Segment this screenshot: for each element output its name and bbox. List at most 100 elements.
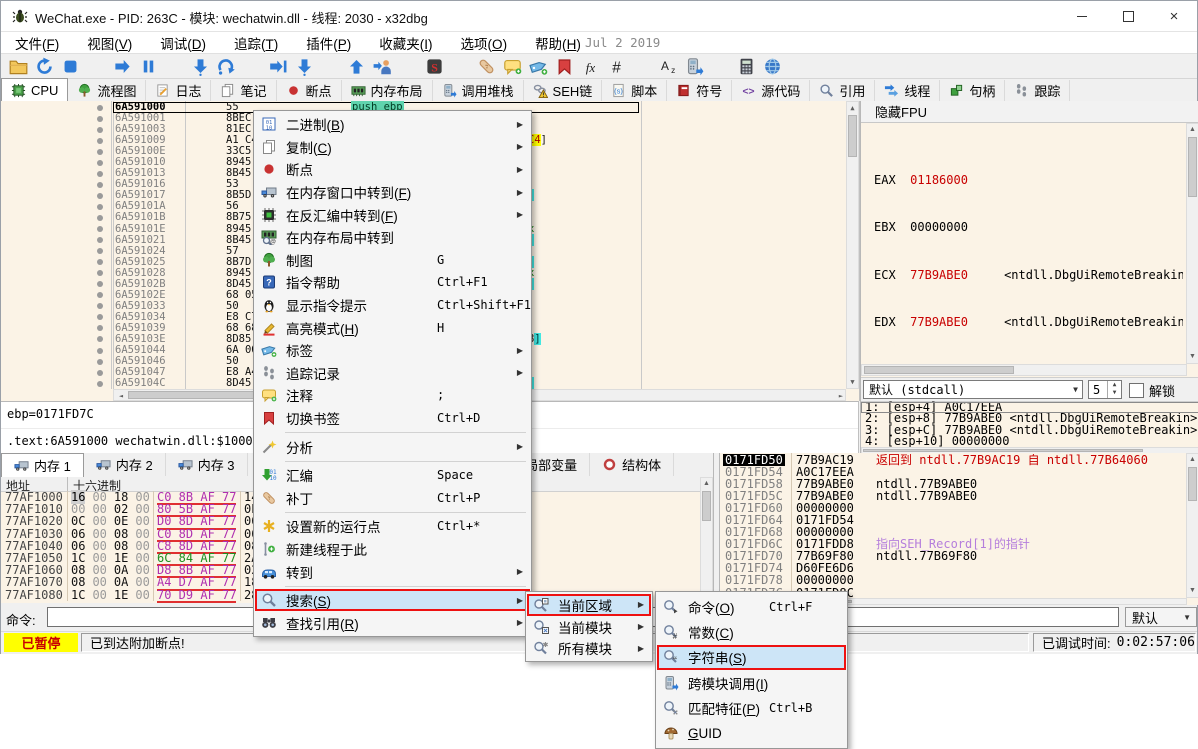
stack-row[interactable]: 0171FD50 77B9AC19 返回到 ntdll.77B9AC19 自 n…	[720, 454, 1186, 466]
breakpoint-dot-icon[interactable]	[97, 182, 103, 188]
run-icon[interactable]	[109, 54, 135, 78]
tab-dump-3[interactable]: 内存 3	[166, 453, 248, 476]
breakpoint-dot-icon[interactable]	[97, 226, 103, 232]
checkbox-icon[interactable]	[1129, 383, 1144, 398]
step-out-icon[interactable]	[291, 54, 317, 78]
ctx-search[interactable]: 搜索(S) ▶	[255, 589, 530, 612]
tab-seh[interactable]: SEH链	[524, 80, 603, 101]
execute-till-return-icon[interactable]	[343, 54, 369, 78]
title-bar[interactable]: WeChat.exe - PID: 263C - 模块: wechatwin.d…	[1, 1, 1197, 32]
breakpoint-dot-icon[interactable]	[97, 381, 103, 387]
breakpoint-dot-icon[interactable]	[97, 105, 103, 111]
breakpoint-dot-icon[interactable]	[97, 127, 103, 133]
breakpoint-dot-icon[interactable]	[97, 314, 103, 320]
ctx-trace-record[interactable]: 追踪记录 ▶	[255, 362, 530, 385]
ctx-binary[interactable]: 二进制(B) ▶	[255, 113, 530, 136]
ctx-new-thread-here[interactable]: 新建线程于此	[255, 538, 530, 561]
breakpoint-dot-icon[interactable]	[97, 237, 103, 243]
search-intermodular-calls[interactable]: 跨模块调用(I)	[657, 670, 846, 695]
tab-threads[interactable]: 线程	[875, 80, 940, 101]
breakpoint-dot-icon[interactable]	[97, 248, 103, 254]
stack-row[interactable]: 0171FD74 D60FE6D6	[720, 562, 1186, 574]
stack-row[interactable]: 0171FD5C 77B9ABE0 ntdll.77B9ABE0	[720, 490, 1186, 502]
hash-icon[interactable]	[603, 54, 629, 78]
globe-icon[interactable]	[759, 54, 785, 78]
ctx-highlighting-mode[interactable]: 高亮模式(H) H	[255, 316, 530, 339]
function-icon[interactable]	[577, 54, 603, 78]
menu-favourites[interactable]: 收藏夹(I)	[365, 32, 446, 53]
breakpoint-dot-icon[interactable]	[97, 270, 103, 276]
tab-notes[interactable]: 笔记	[211, 80, 276, 101]
arg-count-stepper[interactable]: 5▲▼	[1088, 380, 1122, 399]
menu-view[interactable]: 视图(V)	[73, 32, 146, 53]
stack-row[interactable]: 0171FD70 77B69F80 ntdll.77B69F80	[720, 550, 1186, 562]
registers-vscrollbar[interactable]: ▲▼	[1186, 123, 1198, 364]
call-stack-icon[interactable]	[681, 54, 707, 78]
tab-memory-map[interactable]: 内存布局	[342, 80, 433, 101]
stack-row[interactable]: 0171FD78 00000000	[720, 574, 1186, 586]
tab-cpu[interactable]: CPU	[1, 78, 68, 102]
menu-plugins[interactable]: 插件(P)	[292, 32, 365, 53]
unlock-checkbox[interactable]: 解锁	[1129, 381, 1175, 400]
attach-icon[interactable]	[369, 54, 395, 78]
breakpoint-dot-icon[interactable]	[97, 336, 103, 342]
close-button[interactable]: ×	[1151, 1, 1197, 31]
menu-trace[interactable]: 追踪(T)	[220, 32, 292, 53]
breakpoint-dot-icon[interactable]	[97, 259, 103, 265]
dump-vscrollbar[interactable]: ▲▼	[700, 477, 713, 602]
breakpoint-dot-icon[interactable]	[97, 204, 103, 210]
tab-call-stack[interactable]: 调用堆栈	[433, 80, 524, 101]
stack-rows[interactable]: 0171FD50 77B9AC19 返回到 ntdll.77B9AC19 自 n…	[720, 454, 1186, 598]
hide-fpu-button[interactable]: 隐藏FPU	[861, 101, 1198, 123]
step-into-icon[interactable]	[187, 54, 213, 78]
breakpoint-dot-icon[interactable]	[97, 325, 103, 331]
ctx-set-new-origin[interactable]: 设置新的运行点 Ctrl+*	[255, 515, 530, 538]
calculator-icon[interactable]	[733, 54, 759, 78]
breakpoint-dot-icon[interactable]	[97, 303, 103, 309]
tab-breakpoints[interactable]: 断点	[277, 80, 342, 101]
tab-dump-2[interactable]: 内存 2	[84, 453, 166, 476]
ctx-assemble[interactable]: 汇编 Space	[255, 464, 530, 487]
ctx-patch[interactable]: 补丁 Ctrl+P	[255, 487, 530, 510]
register-row[interactable]: EBX 00000000	[874, 222, 1183, 234]
patch-icon[interactable]	[473, 54, 499, 78]
ctx-find-references[interactable]: 查找引用(R) ▶	[255, 611, 530, 634]
ctx-instruction-help[interactable]: 指令帮助 Ctrl+F1	[255, 271, 530, 294]
ctx-toggle-bookmark[interactable]: 切换书签 Ctrl+D	[255, 407, 530, 430]
bookmark-icon[interactable]	[551, 54, 577, 78]
breakpoint-dot-icon[interactable]	[97, 292, 103, 298]
tab-structs[interactable]: 结构体	[590, 453, 674, 476]
stop-debug-icon[interactable]	[57, 54, 83, 78]
register-row[interactable]: EDX 77B9ABE0 <ntdll.DbgUiRemoteBreakin>	[874, 317, 1183, 329]
ctx-comment[interactable]: 注释 ;	[255, 384, 530, 407]
breakpoint-dot-icon[interactable]	[97, 116, 103, 122]
breakpoint-dot-icon[interactable]	[97, 138, 103, 144]
tab-log[interactable]: 日志	[146, 80, 211, 101]
command-profile-select[interactable]: 默认▼	[1125, 607, 1197, 627]
menu-debug[interactable]: 调试(D)	[146, 32, 220, 53]
ctx-analysis[interactable]: 分析 ▶	[255, 435, 530, 458]
register-row[interactable]: ECX 77B9ABE0 <ntdll.DbgUiRemoteBreakin>	[874, 270, 1183, 282]
search-current-region[interactable]: 当前区域 ▶	[527, 594, 651, 616]
search-current-module[interactable]: 当前模块 ▶	[527, 616, 651, 638]
ctx-follow-in-disasm[interactable]: 在反汇编中转到(F) ▶	[255, 203, 530, 226]
search-constant[interactable]: 常数(C)	[657, 619, 846, 644]
ctx-show-mnemonic-brief[interactable]: 显示指令提示 Ctrl+Shift+F1	[255, 294, 530, 317]
search-all-modules[interactable]: 所有模块 ▶	[527, 638, 651, 660]
tab-symbols[interactable]: 符号	[667, 80, 732, 101]
register-list[interactable]: EAX 01186000 EBX 00000000 ECX 77B9ABE0 <…	[874, 128, 1183, 366]
text-az-icon[interactable]	[655, 54, 681, 78]
menu-help[interactable]: 帮助(H)	[521, 32, 595, 53]
breakpoint-dot-icon[interactable]	[97, 171, 103, 177]
stepper-arrows-icon[interactable]: ▲▼	[1107, 381, 1121, 398]
breakpoint-dot-icon[interactable]	[97, 359, 103, 365]
breakpoint-dot-icon[interactable]	[97, 215, 103, 221]
minimize-button[interactable]	[1059, 1, 1105, 31]
ctx-follow-in-dump[interactable]: 在内存窗口中转到(F) ▶	[255, 181, 530, 204]
tab-graph[interactable]: 流程图	[68, 80, 146, 101]
comment-icon[interactable]	[499, 54, 525, 78]
run-to-user-code-icon[interactable]	[265, 54, 291, 78]
ctx-copy[interactable]: 复制(C) ▶	[255, 136, 530, 159]
pause-icon[interactable]	[135, 54, 161, 78]
breakpoint-dot-icon[interactable]	[97, 348, 103, 354]
